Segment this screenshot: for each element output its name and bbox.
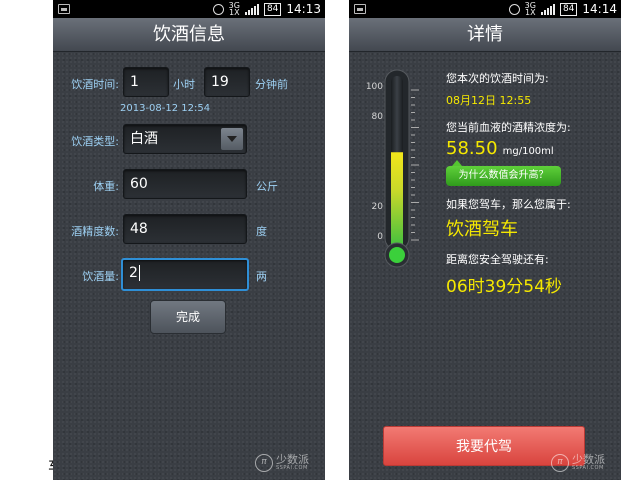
thermometer-graphic	[384, 69, 419, 268]
minutes-unit: 分钟前	[255, 78, 288, 91]
drink-time-label: 饮酒时间:	[71, 78, 119, 91]
minutes-input[interactable]: 19	[204, 67, 250, 97]
watermark-sub: SSPAI.COM	[276, 465, 308, 471]
drink-type-select[interactable]: 白酒	[123, 124, 247, 154]
hours-unit: 小时	[173, 78, 195, 91]
signal-icon	[244, 3, 259, 15]
status-time: 14:14	[582, 2, 617, 16]
drink-type-value: 白酒	[130, 131, 158, 147]
phone-screen-details: 3G 1X 84 14:14 详情 100 80 20 0 您本次的饮酒时间为:…	[349, 0, 621, 480]
bac-label: 您当前血液的酒精浓度为:	[446, 121, 571, 134]
watermark-brand: 少数派	[276, 453, 309, 466]
phone-screen-drink-info: 3G 1X 84 14:13 饮酒信息 饮酒时间: 1 小时 19 分钟前 201…	[53, 0, 325, 480]
network-indicator: 3G 1X	[228, 1, 240, 17]
signal-icon	[540, 3, 555, 15]
page-title: 详情	[349, 18, 621, 52]
why-rising-button[interactable]: 为什么数值会升高？	[446, 160, 561, 186]
status-bar: 3G 1X 84 14:14	[349, 0, 621, 18]
thermometer-bulb	[389, 247, 405, 263]
drink-time-label: 您本次的饮酒时间为:	[446, 72, 549, 85]
countdown-label: 距离您安全驾驶还有:	[446, 253, 549, 266]
bac-unit: mg/100ml	[502, 146, 554, 157]
sspai-logo-icon: π	[551, 454, 569, 472]
battery-icon: 84	[559, 2, 578, 16]
bac-thermometer: 100 80 20 0	[349, 60, 439, 275]
page-title: 饮酒信息	[53, 18, 325, 52]
status-time: 14:13	[286, 2, 321, 16]
countdown-value: 06时39分54秒	[446, 277, 562, 297]
done-button[interactable]: 完成	[150, 300, 226, 334]
computed-drink-time: 2013-08-12 12:54	[120, 103, 211, 114]
drink-time-value: 08月12日 12:55	[446, 94, 532, 107]
status-bar: 3G 1X 84 14:13	[53, 0, 325, 18]
amount-input[interactable]: 2	[121, 258, 249, 291]
screenshot-notification-icon	[58, 4, 70, 14]
network-indicator: 3G 1X	[524, 1, 536, 17]
sspai-logo-icon: π	[255, 454, 273, 472]
watermark: π 少数派 SSPAI.COM	[551, 454, 605, 472]
drink-type-label: 饮酒类型:	[71, 135, 119, 148]
alarm-icon	[212, 3, 224, 15]
alcohol-degree-input[interactable]: 48	[123, 214, 247, 244]
alcohol-degree-label: 酒精度数:	[71, 225, 119, 238]
watermark: π 少数派 SSPAI.COM	[255, 454, 309, 472]
weight-input[interactable]: 60	[123, 169, 247, 199]
bac-value: 58.50	[446, 138, 498, 159]
hours-input[interactable]: 1	[123, 67, 169, 97]
watermark-brand: 少数派	[572, 453, 605, 466]
alarm-icon	[508, 3, 520, 15]
weight-unit: 公斤	[256, 180, 278, 193]
thermometer-mercury	[391, 152, 403, 248]
alcohol-degree-unit: 度	[256, 225, 267, 238]
screenshot-notification-icon	[354, 4, 366, 14]
amount-unit: 两	[256, 270, 267, 283]
weight-label: 体重:	[93, 180, 119, 193]
amount-label: 饮酒量:	[82, 270, 119, 283]
category-value: 饮酒驾车	[446, 219, 518, 240]
battery-icon: 84	[263, 2, 282, 16]
category-label: 如果您驾车，那么您属于:	[446, 198, 571, 211]
watermark-sub: SSPAI.COM	[572, 465, 604, 471]
dropdown-arrow-icon[interactable]	[221, 128, 243, 150]
